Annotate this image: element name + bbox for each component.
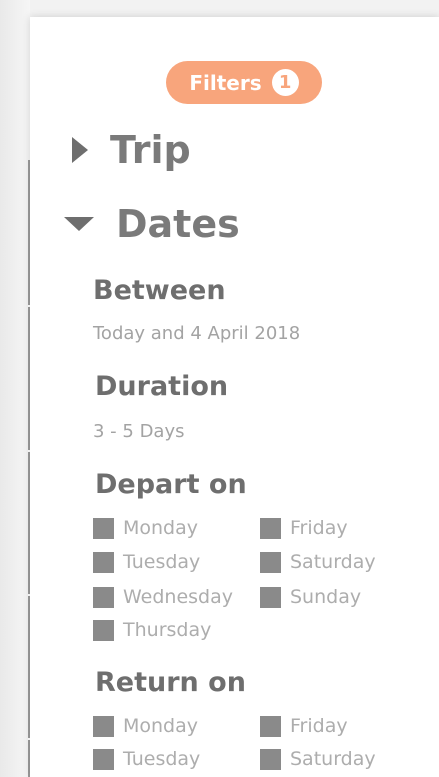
- dates-heading: Dates: [116, 202, 240, 246]
- between-value[interactable]: Today and 4 April 2018: [93, 323, 300, 344]
- checkbox-label: Thursday: [123, 619, 212, 641]
- trip-section-toggle[interactable]: Trip: [72, 128, 191, 172]
- checkbox-box[interactable]: [93, 748, 114, 770]
- filters-count-badge: 1: [271, 69, 299, 96]
- depart-checkbox-monday[interactable]: Monday: [93, 517, 198, 539]
- checkbox-box[interactable]: [93, 715, 114, 737]
- checkbox-label: Monday: [123, 517, 199, 539]
- checkbox-label: Saturday: [290, 748, 376, 770]
- depart-checkbox-sunday[interactable]: Sunday: [260, 586, 361, 608]
- checkbox-box[interactable]: [93, 551, 114, 573]
- checkbox-label: Friday: [290, 715, 348, 737]
- filters-label: Filters: [189, 70, 262, 95]
- depart-checkbox-wednesday[interactable]: Wednesday: [93, 586, 233, 608]
- checkbox-label: Tuesday: [123, 551, 201, 573]
- depart-checkbox-saturday[interactable]: Saturday: [260, 551, 376, 573]
- caret-down-icon: [64, 217, 94, 231]
- return-checkbox-tuesday[interactable]: Tuesday: [93, 748, 200, 770]
- duration-heading: Duration: [95, 371, 229, 402]
- depart-checkbox-thursday[interactable]: Thursday: [93, 619, 211, 641]
- duration-value[interactable]: 3 - 5 Days: [93, 421, 185, 442]
- checkbox-box[interactable]: [260, 517, 281, 539]
- return-checkbox-monday[interactable]: Monday: [93, 715, 198, 737]
- return-checkbox-saturday[interactable]: Saturday: [260, 748, 376, 770]
- checkbox-label: Sunday: [290, 586, 362, 608]
- checkbox-box[interactable]: [93, 586, 114, 608]
- left-shadow: [0, 0, 30, 777]
- filters-button[interactable]: Filters 1: [166, 61, 322, 104]
- checkbox-box[interactable]: [260, 715, 281, 737]
- dates-section-toggle[interactable]: Dates: [64, 202, 240, 246]
- caret-right-icon: [72, 137, 88, 163]
- between-heading: Between: [93, 275, 226, 306]
- checkbox-box[interactable]: [93, 619, 114, 641]
- depart-checkbox-tuesday[interactable]: Tuesday: [93, 551, 200, 573]
- trip-heading: Trip: [110, 128, 191, 172]
- checkbox-box[interactable]: [260, 551, 281, 573]
- checkbox-label: Friday: [290, 517, 348, 539]
- checkbox-label: Tuesday: [123, 748, 201, 770]
- depart-checkbox-friday[interactable]: Friday: [260, 517, 348, 539]
- checkbox-label: Saturday: [290, 551, 376, 573]
- checkbox-box[interactable]: [260, 586, 281, 608]
- checkbox-label: Wednesday: [123, 586, 234, 608]
- depart-heading: Depart on: [95, 469, 247, 500]
- checkbox-box[interactable]: [93, 517, 114, 539]
- checkbox-box[interactable]: [260, 748, 281, 770]
- checkbox-label: Monday: [123, 715, 199, 737]
- return-checkbox-friday[interactable]: Friday: [260, 715, 348, 737]
- return-heading: Return on: [95, 667, 246, 698]
